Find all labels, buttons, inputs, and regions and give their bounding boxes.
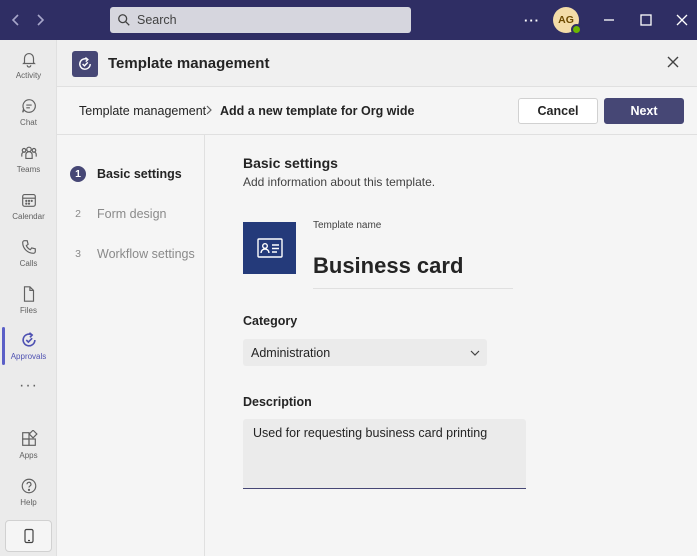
basic-settings-panel: Basic settings Add information about thi… [205, 135, 697, 556]
rail-item-approvals[interactable]: Approvals [0, 323, 57, 369]
step-label: Basic settings [97, 167, 182, 181]
breadcrumb-bar: Template management Add a new template f… [57, 87, 697, 135]
rail-label: Activity [15, 71, 42, 80]
file-icon [23, 286, 34, 302]
category-value: Administration [251, 345, 331, 360]
category-label: Category [243, 314, 298, 328]
rail-label: Apps [19, 451, 38, 460]
search-placeholder: Search [137, 13, 177, 27]
step-number: 1 [70, 166, 86, 182]
mobile-device-icon[interactable] [5, 520, 52, 552]
step-workflow-settings[interactable]: 3 Workflow settings [70, 246, 195, 262]
chat-icon [21, 99, 36, 113]
maximize-icon[interactable] [636, 10, 656, 30]
dialog-title: Template management [108, 55, 270, 72]
next-button[interactable]: Next [604, 98, 684, 124]
rail-label: Teams [16, 165, 41, 174]
template-name-field[interactable]: Business card [313, 253, 463, 279]
section-title: Basic settings [243, 155, 338, 171]
close-icon[interactable] [665, 54, 681, 70]
rail-label: Files [20, 306, 37, 315]
calendar-icon [21, 194, 36, 207]
step-label: Form design [97, 207, 167, 221]
section-subtitle: Add information about this template. [243, 175, 436, 189]
approvals-icon [21, 332, 36, 347]
template-name-underline [313, 288, 513, 289]
rail-label: Calls [19, 259, 38, 268]
wizard-steps: 1 Basic settings 2 Form design 3 Workflo… [57, 135, 205, 556]
title-bar: Search ··· AG [0, 0, 697, 40]
close-window-icon[interactable] [672, 10, 692, 30]
rail-label: Calendar [12, 212, 45, 221]
apps-icon [21, 430, 38, 446]
step-form-design[interactable]: 2 Form design [70, 206, 166, 222]
search-input[interactable]: Search [110, 7, 411, 33]
avatar[interactable]: AG [553, 7, 582, 35]
template-name-label: Template name [313, 220, 382, 231]
step-number: 3 [75, 248, 81, 260]
step-basic-settings[interactable]: 1 Basic settings [70, 166, 182, 182]
description-label: Description [243, 395, 312, 409]
more-apps-icon[interactable]: ··· [0, 377, 57, 401]
rail-item-chat[interactable]: Chat [0, 89, 57, 135]
minimize-icon[interactable] [599, 10, 619, 30]
rail-item-calls[interactable]: Calls [0, 230, 57, 276]
rail-item-apps[interactable]: Apps [0, 422, 57, 468]
step-label: Workflow settings [97, 247, 195, 261]
cancel-button[interactable]: Cancel [518, 98, 598, 124]
chevron-right-icon [204, 104, 214, 116]
rail-item-help[interactable]: Help [0, 469, 57, 515]
breadcrumb-parent[interactable]: Template management [79, 104, 206, 118]
search-icon [118, 14, 130, 26]
rail-label: Approvals [10, 352, 47, 361]
rail-item-teams[interactable]: Teams [0, 136, 57, 182]
business-card-icon[interactable] [243, 222, 296, 274]
forward-arrow-icon[interactable] [30, 10, 50, 30]
teams-icon [20, 146, 37, 159]
bell-icon [21, 53, 36, 68]
rail-label: Chat [20, 118, 37, 127]
app-rail: Activity Chat Teams Calendar Calls Files… [0, 40, 57, 556]
help-icon [21, 478, 36, 494]
rail-item-activity[interactable]: Activity [0, 42, 57, 88]
more-options-icon[interactable]: ··· [522, 10, 542, 30]
presence-available-icon [571, 24, 582, 35]
category-dropdown[interactable]: Administration [243, 339, 487, 366]
breadcrumb-current: Add a new template for Org wide [220, 104, 415, 118]
back-arrow-icon[interactable] [6, 10, 26, 30]
dialog-header: Template management [57, 40, 697, 87]
description-textarea[interactable]: Used for requesting business card printi… [243, 419, 526, 489]
rail-label: Help [20, 498, 37, 507]
approvals-app-icon [72, 51, 98, 77]
rail-item-calendar[interactable]: Calendar [0, 183, 57, 229]
chevron-down-icon [470, 350, 480, 356]
rail-item-files[interactable]: Files [0, 277, 57, 323]
step-number: 2 [75, 208, 81, 220]
avatar-initials: AG [558, 14, 574, 26]
phone-icon [21, 240, 36, 254]
